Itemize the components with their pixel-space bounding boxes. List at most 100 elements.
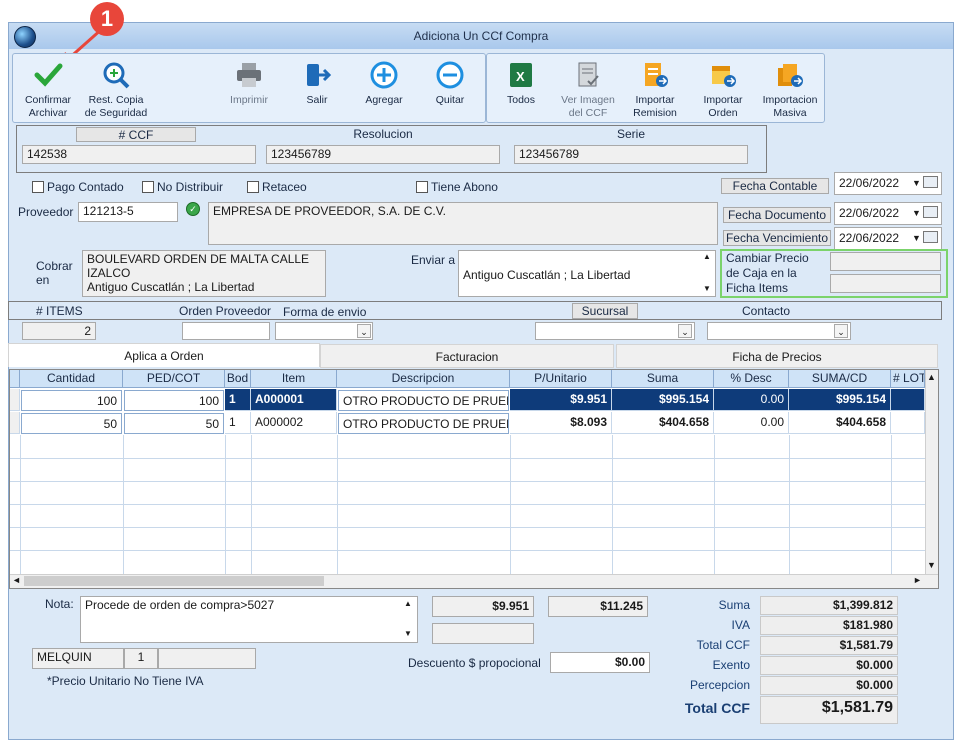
checkbox-box[interactable] [247, 181, 259, 193]
table-cell-suma[interactable]: $995.154 [612, 389, 714, 411]
col-descripcion[interactable]: Descripcion [337, 370, 510, 388]
table-cell-cantidad[interactable]: 100 [21, 390, 122, 411]
grid-line [612, 435, 613, 575]
checkbox-box[interactable] [142, 181, 154, 193]
col-suma-cd[interactable]: SUMA/CD [789, 370, 891, 388]
scroll-down-icon[interactable]: ▼ [703, 284, 711, 293]
grand-total-value: $1,581.79 [760, 696, 898, 724]
chevron-down-icon[interactable]: ⌄ [357, 324, 371, 338]
no-distribuir-checkbox[interactable]: No Distribuir [142, 180, 223, 194]
col-bod[interactable]: Bod [225, 370, 251, 388]
checkbox-box[interactable] [416, 181, 428, 193]
resolucion-label: Resolucion [353, 127, 413, 141]
importacion-masiva-button[interactable]: Importacion Masiva [758, 60, 822, 120]
table-cell-suma[interactable]: $404.658 [612, 412, 714, 434]
tab-aplica-orden[interactable]: Aplica a Orden [8, 343, 320, 367]
scroll-up-icon[interactable]: ▲ [927, 372, 936, 382]
tab-ficha-precios[interactable]: Ficha de Precios [616, 344, 938, 368]
nota-textarea[interactable]: Procede de orden de compra>5027 [80, 596, 418, 643]
tab-facturacion[interactable]: Facturacion [320, 344, 614, 368]
quitar-button[interactable]: Quitar [424, 60, 476, 107]
scroll-right-icon[interactable]: ► [913, 575, 922, 585]
col-desc[interactable]: % Desc [714, 370, 789, 388]
iva-label: IVA [731, 618, 750, 632]
table-cell-suma-cd[interactable]: $995.154 [789, 389, 891, 411]
table-cell-p-unitario[interactable]: $9.951 [510, 389, 612, 411]
items-grid: Cantidad PED/COT Bod Item Descripcion P/… [9, 369, 939, 589]
fecha-contable-label: Fecha Contable [721, 178, 829, 194]
table-cell-desc[interactable]: 0.00 [714, 389, 789, 411]
chevron-down-icon[interactable]: ⌄ [678, 324, 692, 338]
vertical-scrollbar[interactable] [925, 370, 938, 574]
table-cell-item[interactable]: A000001 [251, 389, 337, 411]
tiene-abono-checkbox[interactable]: Tiene Abono [416, 180, 498, 194]
col-lot[interactable]: # LOT [891, 370, 925, 388]
salir-button[interactable]: Salir [293, 60, 341, 107]
retaceo-checkbox[interactable]: Retaceo [247, 180, 307, 194]
scroll-down-icon[interactable]: ▼ [927, 560, 936, 570]
calendar-icon[interactable] [923, 231, 938, 243]
row-selector[interactable] [10, 389, 20, 411]
verified-icon[interactable]: ✓ [186, 202, 200, 216]
serie-field[interactable]: 123456789 [514, 145, 748, 164]
orden-proveedor-label: Orden Proveedor [179, 304, 272, 318]
cambiar-precio-label: Cambiar Precio de Caja en la Ficha Items [726, 251, 809, 295]
ccf-field[interactable]: 142538 [22, 145, 256, 164]
scroll-up-icon[interactable]: ▲ [404, 599, 412, 608]
calendar-icon[interactable] [923, 176, 938, 188]
user-number-field: 1 [124, 648, 158, 669]
table-cell-lot[interactable] [891, 412, 925, 434]
table-cell-lot[interactable] [891, 389, 925, 411]
col-ped-cot[interactable]: PED/COT [123, 370, 225, 388]
checkbox-box[interactable] [32, 181, 44, 193]
grid-line [123, 435, 124, 575]
table-cell-p-unitario[interactable]: $8.093 [510, 412, 612, 434]
price-field-2: $11.245 [548, 596, 648, 617]
importar-remision-button[interactable]: Importar Remision [628, 60, 682, 120]
col-item[interactable]: Item [251, 370, 337, 388]
chevron-down-icon[interactable]: ⌄ [834, 324, 848, 338]
iva-note: *Precio Unitario No Tiene IVA [47, 674, 204, 688]
scroll-left-icon[interactable]: ◄ [12, 575, 21, 585]
table-cell-ped-cot[interactable]: 50 [124, 413, 224, 434]
table-cell-bod[interactable]: 1 [225, 412, 251, 434]
grid-line [337, 435, 338, 575]
table-cell-cantidad[interactable]: 50 [21, 413, 122, 434]
table-cell-descripcion[interactable]: OTRO PRODUCTO DE PRUEBA [338, 390, 509, 411]
user-extra-field [158, 648, 256, 669]
cobrar-address-field[interactable]: BOULEVARD ORDEN DE MALTA CALLE IZALCO An… [82, 250, 326, 297]
descuento-field[interactable]: $0.00 [550, 652, 650, 673]
info-header-row [8, 301, 942, 320]
table-cell-suma-cd[interactable]: $404.658 [789, 412, 891, 434]
importar-orden-button[interactable]: Importar Orden [696, 60, 750, 120]
contacto-select[interactable] [707, 322, 851, 340]
pago-contado-checkbox[interactable]: Pago Contado [32, 180, 124, 194]
resolucion-field[interactable]: 123456789 [266, 145, 500, 164]
enviar-address-field[interactable]: Antiguo Cuscatlán ; La Libertad [458, 250, 716, 297]
imprimir-button[interactable]: Imprimir [222, 60, 276, 107]
todos-button[interactable]: X Todos [498, 60, 544, 107]
forma-envio-label: Forma de envio [283, 305, 367, 319]
col-cantidad[interactable]: Cantidad [20, 370, 123, 388]
table-cell-ped-cot[interactable]: 100 [124, 390, 224, 411]
table-cell-item[interactable]: A000002 [251, 412, 337, 434]
table-cell-bod[interactable]: 1 [225, 389, 251, 411]
table-cell-desc[interactable]: 0.00 [714, 412, 789, 434]
sucursal-select[interactable] [535, 322, 695, 340]
calendar-icon[interactable] [923, 206, 938, 218]
row-selector[interactable] [10, 412, 20, 434]
scrollbar-thumb[interactable] [24, 576, 324, 586]
col-suma[interactable]: Suma [612, 370, 714, 388]
ver-imagen-button[interactable]: Ver Imagen del CCF [556, 60, 620, 120]
cambiar-precio-field-1[interactable] [830, 252, 941, 271]
orden-proveedor-field[interactable] [182, 322, 270, 340]
table-cell-descripcion[interactable]: OTRO PRODUCTO DE PRUEBA [338, 413, 509, 434]
scroll-down-icon[interactable]: ▼ [404, 629, 412, 638]
agregar-button[interactable]: Agregar [356, 60, 412, 107]
scroll-up-icon[interactable]: ▲ [703, 252, 711, 261]
col-p-unitario[interactable]: P/Unitario [510, 370, 612, 388]
restaurar-copia-button[interactable]: Rest. Copia de Seguridad [80, 60, 152, 120]
proveedor-code-field[interactable]: 121213-5 [78, 202, 178, 222]
cambiar-precio-field-2[interactable] [830, 274, 941, 293]
confirmar-archivar-button[interactable]: Confirmar Archivar [18, 60, 78, 120]
